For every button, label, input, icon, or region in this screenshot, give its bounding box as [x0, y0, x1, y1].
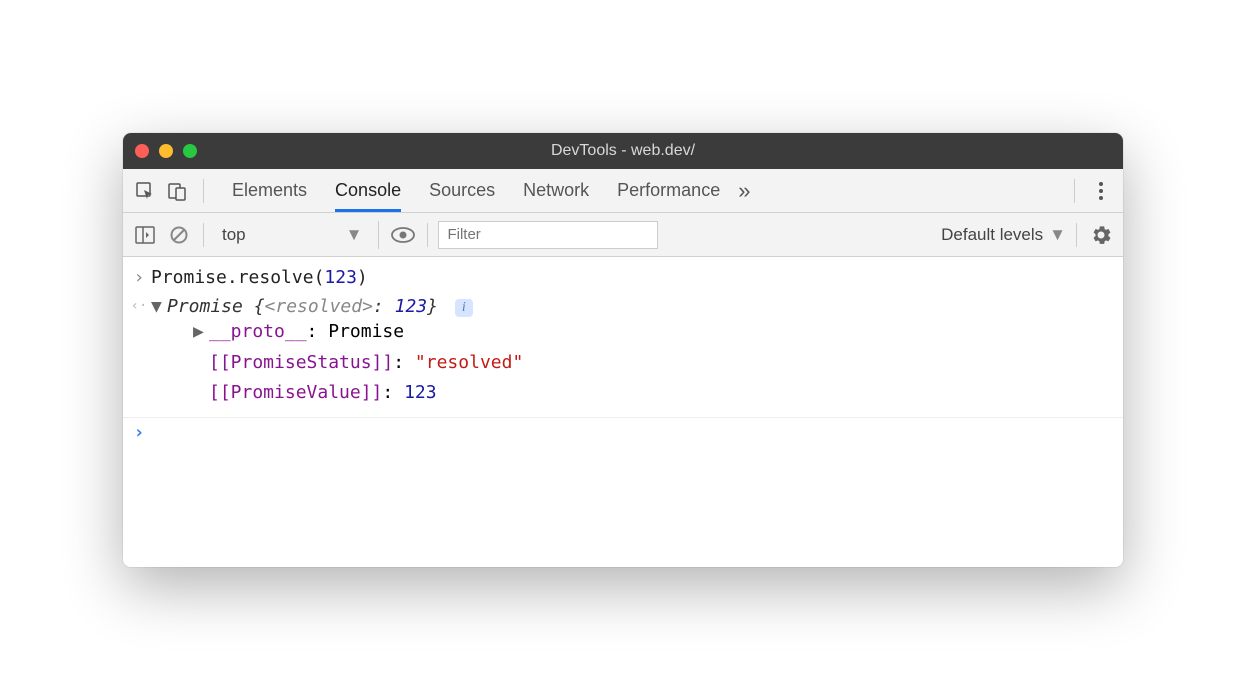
proto-key: __proto__: [209, 321, 307, 342]
console-body: › Promise.resolve(123) ‹· ▼Promise {<res…: [123, 257, 1123, 567]
device-toolbar-icon[interactable]: [161, 175, 193, 207]
token-number: 123: [324, 267, 357, 288]
separator: [203, 223, 204, 247]
console-prompt-row[interactable]: ›: [123, 418, 1123, 447]
panel-tabs: Elements Console Sources Network Perform…: [232, 169, 720, 212]
token-method: resolve: [238, 267, 314, 288]
prompt-marker-icon: ›: [127, 422, 151, 443]
window-title: DevTools - web.dev/: [123, 142, 1123, 160]
separator: [427, 223, 428, 247]
kebab-menu-icon[interactable]: [1085, 182, 1117, 200]
live-expression-icon[interactable]: [389, 221, 417, 249]
result-constructor: Promise: [167, 296, 243, 317]
console-output-row: ‹· ▼Promise {<resolved>: 123} i ▶__proto…: [123, 292, 1123, 418]
input-marker-icon: ›: [127, 267, 151, 288]
separator: [1076, 223, 1077, 247]
titlebar: DevTools - web.dev/: [123, 133, 1123, 169]
promise-value-key: [[PromiseValue]]: [209, 382, 382, 403]
promise-status-value: "resolved": [415, 352, 523, 373]
tab-network[interactable]: Network: [523, 169, 589, 212]
zoom-button[interactable]: [183, 144, 197, 158]
disclosure-closed-icon[interactable]: ▶: [193, 317, 205, 348]
token-object: Promise: [151, 267, 227, 288]
object-properties: ▶__proto__: Promise [[PromiseStatus]]: "…: [151, 317, 1113, 409]
separator: [203, 179, 204, 203]
tab-console[interactable]: Console: [335, 169, 401, 212]
filter-input[interactable]: [438, 221, 658, 249]
info-icon[interactable]: i: [455, 299, 473, 317]
tab-elements[interactable]: Elements: [232, 169, 307, 212]
close-button[interactable]: [135, 144, 149, 158]
log-levels-selector[interactable]: Default levels ▼: [941, 225, 1066, 245]
console-input-row: › Promise.resolve(123): [123, 263, 1123, 292]
context-selector[interactable]: top ▼: [214, 221, 379, 249]
output-object[interactable]: ▼Promise {<resolved>: 123} i ▶__proto__:…: [151, 296, 1113, 409]
more-tabs-button[interactable]: »: [738, 178, 750, 204]
tab-performance[interactable]: Performance: [617, 169, 720, 212]
context-label: top: [222, 225, 246, 245]
promise-status-row[interactable]: [[PromiseStatus]]: "resolved": [193, 348, 1113, 379]
separator: [1074, 179, 1075, 203]
toggle-sidebar-icon[interactable]: [131, 221, 159, 249]
settings-icon[interactable]: [1087, 221, 1115, 249]
console-toolbar: top ▼ Default levels ▼: [123, 213, 1123, 257]
input-expression[interactable]: Promise.resolve(123): [151, 267, 1113, 288]
clear-console-icon[interactable]: [165, 221, 193, 249]
minimize-button[interactable]: [159, 144, 173, 158]
proto-property-row[interactable]: ▶__proto__: Promise: [193, 317, 1113, 348]
tabbar: Elements Console Sources Network Perform…: [123, 169, 1123, 213]
disclosure-open-icon[interactable]: ▼: [151, 296, 163, 317]
chevron-down-icon: ▼: [346, 225, 363, 245]
promise-value-value: 123: [404, 382, 437, 403]
result-inline-value: 123: [395, 296, 428, 317]
traffic-lights: [135, 144, 197, 158]
chevron-down-icon: ▼: [1049, 225, 1066, 245]
tab-sources[interactable]: Sources: [429, 169, 495, 212]
promise-status-key: [[PromiseStatus]]: [209, 352, 393, 373]
result-inline-status: <resolved>: [265, 296, 373, 317]
promise-value-row[interactable]: [[PromiseValue]]: 123: [193, 378, 1113, 409]
proto-value: Promise: [328, 321, 404, 342]
levels-label: Default levels: [941, 225, 1043, 245]
inspect-element-icon[interactable]: [129, 175, 161, 207]
output-marker-icon: ‹·: [127, 296, 151, 314]
devtools-window: DevTools - web.dev/ Elements Console Sou…: [123, 133, 1123, 567]
